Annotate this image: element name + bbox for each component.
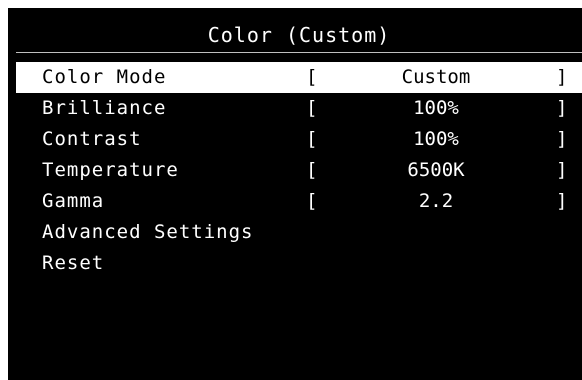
menu-item-label: Advanced Settings: [42, 221, 254, 243]
menu-item-label: Contrast: [42, 128, 142, 150]
menu-item-reset[interactable]: Reset: [16, 248, 582, 279]
value-bracket-open: [: [306, 97, 318, 119]
menu-item-value: 100%: [413, 128, 459, 150]
menu-item-label: Color Mode: [42, 66, 167, 88]
value-bracket-close: ]: [556, 66, 568, 88]
value-bracket-open: [: [306, 159, 318, 181]
menu-item-gamma[interactable]: Gamma [ 2.2 ]: [16, 186, 582, 217]
menu-item-value: 2.2: [418, 190, 454, 212]
menu-item-value: 100%: [413, 97, 459, 119]
menu-item-advanced-settings[interactable]: Advanced Settings: [16, 217, 582, 248]
menu-item-value: Custom: [401, 66, 471, 88]
title-divider: [16, 52, 582, 53]
menu-item-label: Brilliance: [42, 97, 167, 119]
menu-item-color-mode[interactable]: Color Mode [ Custom ]: [16, 62, 582, 93]
osd-menu-panel: Color (Custom) Color Mode [ Custom ] Bri…: [8, 8, 582, 380]
value-bracket-open: [: [306, 66, 318, 88]
value-bracket-close: ]: [556, 97, 568, 119]
menu-title: Color (Custom): [207, 23, 391, 47]
value-bracket-close: ]: [556, 190, 568, 212]
menu-item-value: 6500K: [407, 159, 465, 181]
menu-item-contrast[interactable]: Contrast [ 100% ]: [16, 124, 582, 155]
menu-item-label: Gamma: [42, 190, 105, 212]
menu-item-label: Reset: [42, 252, 105, 274]
menu-list: Color Mode [ Custom ] Brilliance [ 100% …: [16, 62, 582, 279]
value-bracket-open: [: [306, 128, 318, 150]
menu-item-label: Temperature: [42, 159, 179, 181]
menu-item-brilliance[interactable]: Brilliance [ 100% ]: [16, 93, 582, 124]
menu-item-temperature[interactable]: Temperature [ 6500K ]: [16, 155, 582, 186]
value-bracket-open: [: [306, 190, 318, 212]
value-bracket-close: ]: [556, 159, 568, 181]
value-bracket-close: ]: [556, 128, 568, 150]
